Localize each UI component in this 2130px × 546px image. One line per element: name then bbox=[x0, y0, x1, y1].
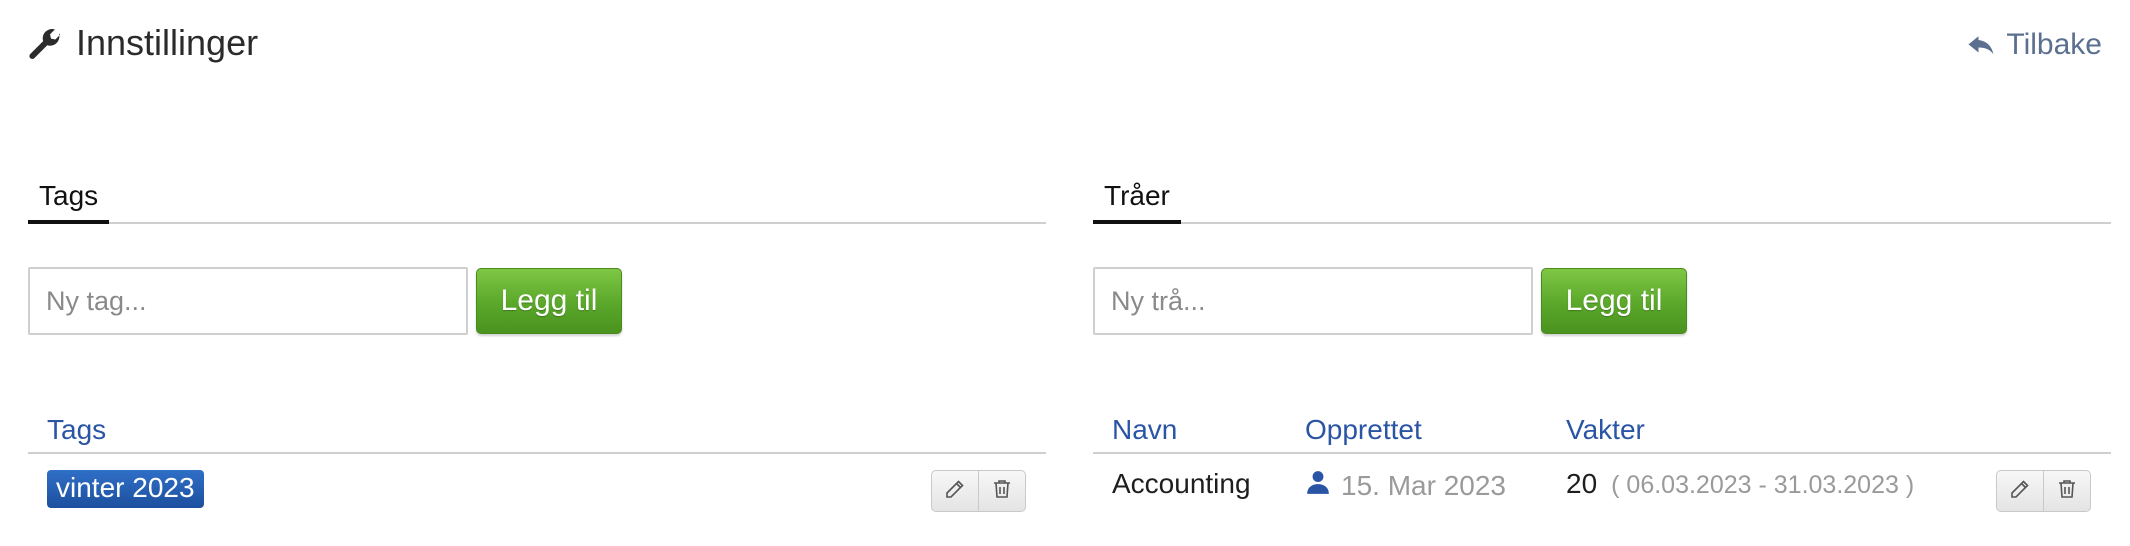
back-link-label: Tilbake bbox=[2006, 28, 2102, 61]
add-tag-form: Legg til bbox=[28, 267, 622, 335]
trash-icon bbox=[990, 477, 1014, 506]
pencil-icon bbox=[943, 477, 967, 506]
column-header-tags[interactable]: Tags bbox=[47, 414, 106, 446]
tab-threads[interactable]: Tråer bbox=[1093, 180, 1181, 224]
page-header: Innstillinger Tilbake bbox=[28, 22, 2102, 72]
page-title: Innstillinger bbox=[28, 22, 258, 64]
table-row: vinter 2023 bbox=[28, 454, 1046, 526]
tags-panel: Tags Legg til Tags vinter 2023 bbox=[28, 175, 1046, 512]
thread-name: Accounting bbox=[1112, 468, 1251, 499]
add-thread-form: Legg til bbox=[1093, 267, 1687, 335]
threads-tabbar: Tråer bbox=[1093, 175, 2111, 224]
tab-tags[interactable]: Tags bbox=[28, 180, 110, 224]
page-title-text: Innstillinger bbox=[76, 22, 259, 63]
thread-created: 15. Mar 2023 bbox=[1305, 468, 1506, 503]
shift-date-range: ( 06.03.2023 - 31.03.2023 ) bbox=[1611, 471, 1915, 499]
threads-table: Navn Opprettet Vakter Accounting 15. Mar… bbox=[1093, 400, 2111, 526]
table-row: Accounting 15. Mar 2023 20 ( 06.03.2023 -… bbox=[1093, 454, 2111, 526]
thread-shifts: 20 ( 06.03.2023 - 31.03.2023 ) bbox=[1566, 468, 1914, 500]
new-thread-input[interactable] bbox=[1093, 267, 1533, 335]
edit-thread-button[interactable] bbox=[1997, 471, 2043, 511]
created-date: 15. Mar 2023 bbox=[1341, 469, 1506, 501]
tags-tabbar: Tags bbox=[28, 175, 1046, 224]
tags-table: Tags vinter 2023 bbox=[28, 400, 1046, 526]
wrench-icon bbox=[28, 26, 62, 60]
new-tag-input[interactable] bbox=[28, 267, 468, 335]
trash-icon bbox=[2055, 477, 2079, 506]
row-actions bbox=[931, 470, 1026, 512]
back-link[interactable]: Tilbake bbox=[1966, 28, 2102, 62]
user-icon bbox=[1305, 468, 1331, 503]
reply-arrow-icon bbox=[1966, 30, 1996, 60]
shift-count: 20 bbox=[1566, 468, 1598, 499]
edit-tag-button[interactable] bbox=[932, 471, 978, 511]
threads-panel: Tråer Legg til Navn Opprettet Vakter Acc… bbox=[1093, 175, 2111, 512]
delete-tag-button[interactable] bbox=[978, 471, 1025, 511]
add-tag-button[interactable]: Legg til bbox=[476, 268, 622, 334]
delete-thread-button[interactable] bbox=[2043, 471, 2090, 511]
column-header-created[interactable]: Opprettet bbox=[1305, 414, 1422, 446]
column-header-shifts[interactable]: Vakter bbox=[1566, 414, 1645, 446]
row-actions bbox=[1996, 470, 2091, 512]
add-thread-button[interactable]: Legg til bbox=[1541, 268, 1687, 334]
column-header-name[interactable]: Navn bbox=[1112, 414, 1177, 446]
settings-page: Innstillinger Tilbake Tags Legg til Tags… bbox=[0, 0, 2130, 546]
threads-table-header: Navn Opprettet Vakter bbox=[1093, 400, 2111, 454]
pencil-icon bbox=[2008, 477, 2032, 506]
tag-pill[interactable]: vinter 2023 bbox=[47, 470, 204, 508]
tags-table-header: Tags bbox=[28, 400, 1046, 454]
